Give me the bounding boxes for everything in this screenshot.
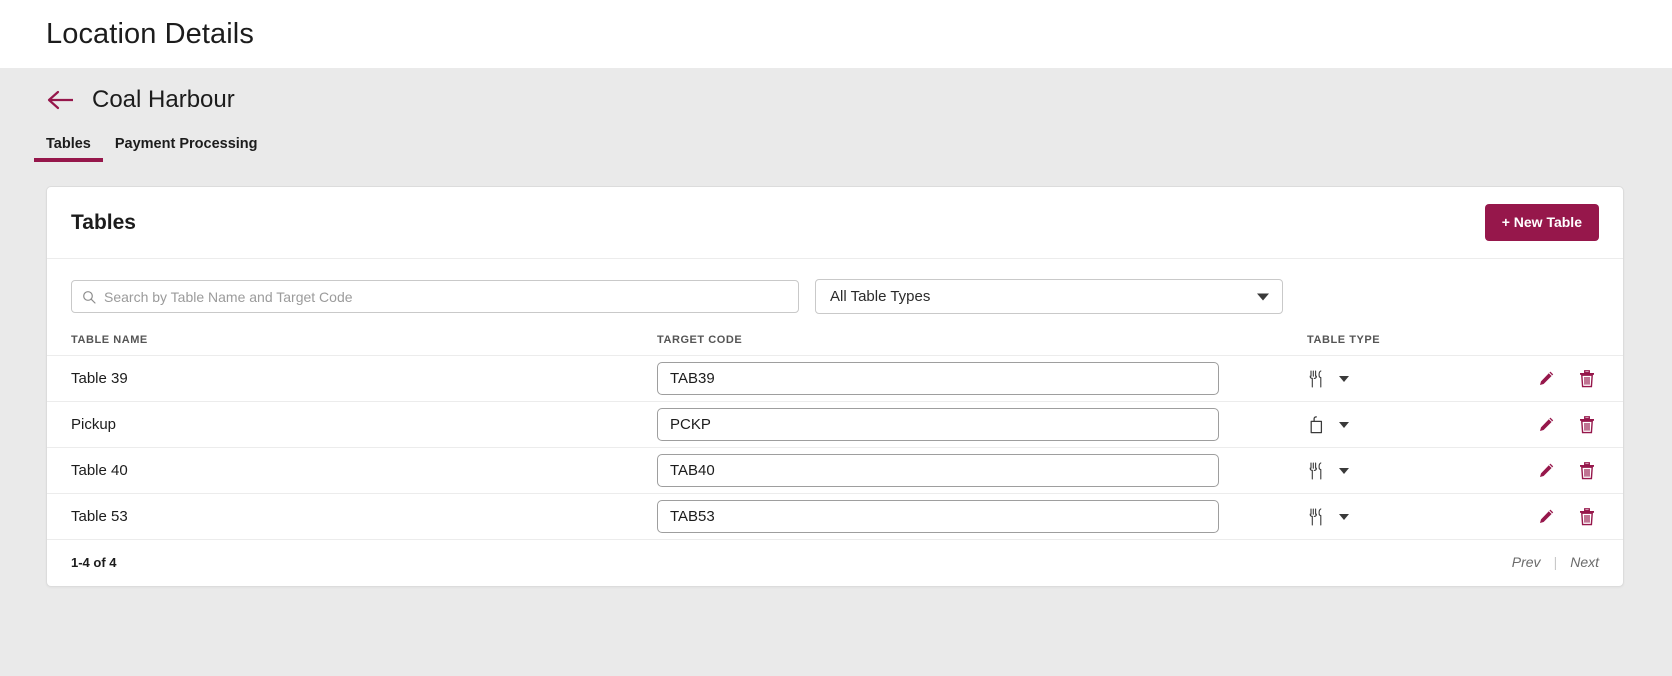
chevron-down-icon: [1339, 375, 1349, 382]
cell-table-type: [1307, 401, 1497, 448]
tab-payment-processing-label: Payment Processing: [114, 136, 258, 152]
new-table-button[interactable]: + New Table: [1484, 204, 1599, 241]
column-header-table-name: TABLE NAME: [47, 332, 657, 356]
tables-card: Tables + New Table All Table Types: [46, 186, 1624, 587]
tab-payment-processing[interactable]: Payment Processing: [103, 134, 270, 162]
table-header-row: TABLE NAME TARGET CODE TABLE TYPE: [47, 332, 1623, 356]
cell-actions: [1497, 493, 1623, 540]
cell-target-code: [657, 447, 1307, 494]
content-area: Tables + New Table All Table Types: [0, 186, 1672, 676]
pagination-separator: |: [1553, 554, 1558, 570]
table-row: Table 53: [47, 493, 1623, 540]
cell-table-type: [1307, 493, 1497, 540]
result-range: 1-4 of 4: [71, 554, 117, 570]
table-type-filter-value: All Table Types: [830, 288, 931, 305]
cutlery-icon: [1307, 369, 1325, 388]
trash-icon[interactable]: [1579, 461, 1595, 480]
location-header-row: Coal Harbour: [46, 68, 1626, 114]
pencil-icon[interactable]: [1538, 416, 1555, 433]
cell-table-name: Table 53: [47, 493, 657, 540]
search-box: [71, 280, 799, 313]
trash-icon[interactable]: [1579, 507, 1595, 526]
cell-table-type: [1307, 355, 1497, 402]
table-row: Pickup: [47, 401, 1623, 448]
cell-table-type: [1307, 447, 1497, 494]
trash-icon[interactable]: [1579, 415, 1595, 434]
cell-target-code: [657, 401, 1307, 448]
pencil-icon[interactable]: [1538, 508, 1555, 525]
chevron-down-icon: [1339, 513, 1349, 520]
tab-bar: Tables Payment Processing: [34, 134, 1626, 162]
pencil-icon[interactable]: [1538, 370, 1555, 387]
row-actions: [1497, 369, 1595, 388]
page-title-bar: Location Details: [0, 0, 1672, 68]
next-page-button[interactable]: Next: [1570, 554, 1599, 570]
pagination: Prev | Next: [1512, 554, 1599, 570]
tables-card-header: Tables + New Table: [47, 187, 1623, 259]
shopping-bag-icon: [1307, 415, 1325, 434]
target-code-input[interactable]: [657, 500, 1219, 533]
tables-table-head: TABLE NAME TARGET CODE TABLE TYPE: [47, 332, 1623, 356]
cell-target-code: [657, 355, 1307, 402]
table-type-filter[interactable]: All Table Types: [815, 279, 1283, 314]
target-code-input[interactable]: [657, 454, 1219, 487]
row-actions: [1497, 507, 1595, 526]
tab-tables-label: Tables: [46, 136, 91, 152]
tables-table: TABLE NAME TARGET CODE TABLE TYPE Table …: [47, 332, 1623, 540]
location-subheader: Coal Harbour Tables Payment Processing: [0, 68, 1672, 186]
column-header-table-type: TABLE TYPE: [1307, 332, 1497, 356]
prev-page-button[interactable]: Prev: [1512, 554, 1541, 570]
location-name: Coal Harbour: [92, 86, 235, 113]
tables-table-body: Table 39 TAB39 Pickup PCKP Table 40 TAB4…: [47, 355, 1623, 540]
column-header-actions: [1497, 332, 1623, 356]
page-title: Location Details: [46, 17, 254, 50]
chevron-down-icon: [1339, 421, 1349, 428]
chevron-down-icon: [1339, 467, 1349, 474]
tables-card-footer: 1-4 of 4 Prev | Next: [47, 540, 1623, 586]
cutlery-icon: [1307, 461, 1325, 480]
table-type-selector[interactable]: [1307, 369, 1363, 388]
search-input[interactable]: [71, 280, 799, 313]
table-type-selector[interactable]: [1307, 507, 1363, 526]
cell-table-name: Pickup: [47, 401, 657, 448]
cutlery-icon: [1307, 507, 1325, 526]
table-type-selector[interactable]: [1307, 461, 1363, 480]
table-type-selector[interactable]: [1307, 415, 1363, 434]
arrow-left-icon[interactable]: [46, 88, 76, 112]
row-actions: [1497, 461, 1595, 480]
table-row: Table 40: [47, 447, 1623, 494]
cell-target-code: [657, 493, 1307, 540]
row-actions: [1497, 415, 1595, 434]
filter-row: All Table Types: [47, 259, 1623, 332]
target-code-input[interactable]: [657, 408, 1219, 441]
target-code-input[interactable]: [657, 362, 1219, 395]
tab-tables[interactable]: Tables: [34, 134, 103, 162]
cell-actions: [1497, 355, 1623, 402]
table-row: Table 39: [47, 355, 1623, 402]
cell-actions: [1497, 447, 1623, 494]
tables-card-title: Tables: [71, 210, 136, 234]
cell-table-name: Table 39: [47, 355, 657, 402]
cell-table-name: Table 40: [47, 447, 657, 494]
trash-icon[interactable]: [1579, 369, 1595, 388]
table-type-filter-face[interactable]: All Table Types: [815, 279, 1283, 314]
pencil-icon[interactable]: [1538, 462, 1555, 479]
cell-actions: [1497, 401, 1623, 448]
column-header-target-code: TARGET CODE: [657, 332, 1307, 356]
